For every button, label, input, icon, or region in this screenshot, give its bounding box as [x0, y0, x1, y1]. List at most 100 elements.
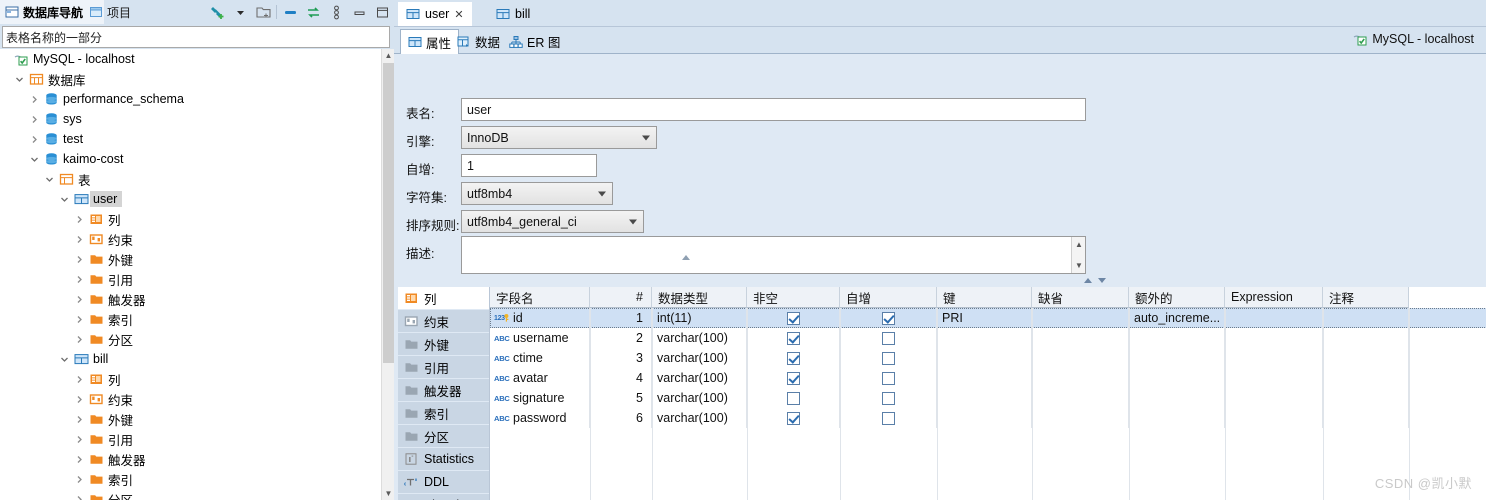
grid-cell-num[interactable]: 5	[590, 388, 652, 408]
tree-item-分区[interactable]: 分区	[0, 329, 394, 349]
tree-item-索引[interactable]: 索引	[0, 469, 394, 489]
tree-item-引用[interactable]: 引用	[0, 269, 394, 289]
grid-cell-num[interactable]: 4	[590, 368, 652, 388]
auto-increment-checkbox[interactable]	[881, 331, 895, 345]
collapse-all-icon[interactable]	[280, 2, 300, 22]
grid-column-header-autoinc[interactable]: 自增	[840, 287, 937, 308]
chevron-down-icon[interactable]	[60, 195, 73, 204]
grid-cell-default[interactable]	[1032, 408, 1129, 428]
not-null-checkbox[interactable]	[786, 371, 800, 385]
chevron-right-icon[interactable]	[75, 215, 88, 224]
grid-cell-expression[interactable]	[1225, 348, 1323, 368]
grid-cell-default[interactable]	[1032, 348, 1129, 368]
grid-cell-key[interactable]	[937, 328, 1032, 348]
grid-cell-comment[interactable]	[1323, 388, 1409, 408]
grid-cell-expression[interactable]	[1225, 408, 1323, 428]
chevron-down-icon[interactable]	[45, 175, 58, 184]
not-null-checkbox[interactable]	[786, 411, 800, 425]
scroll-down-icon[interactable]: ▼	[1072, 259, 1086, 272]
grid-cell-key[interactable]	[937, 388, 1032, 408]
grid-cell-key[interactable]	[937, 368, 1032, 388]
grid-cell-comment[interactable]	[1323, 368, 1409, 388]
chevron-right-icon[interactable]	[75, 475, 88, 484]
grid-cell-notnull[interactable]	[747, 348, 840, 368]
grid-cell-extra[interactable]	[1129, 408, 1225, 428]
grid-cell-notnull[interactable]	[747, 368, 840, 388]
new-folder-icon[interactable]	[253, 2, 273, 22]
database-tree[interactable]: MySQL - localhost 数据库 performance_schema sy…	[0, 49, 394, 500]
grid-cell-name[interactable]: ABC avatar	[490, 368, 590, 388]
editor-tab-user[interactable]: user ✕	[398, 2, 472, 26]
tree-item-user[interactable]: user	[0, 189, 394, 209]
grid-cell-name[interactable]: ABC username	[490, 328, 590, 348]
grid-cell-name[interactable]: ABC signature	[490, 388, 590, 408]
grid-cell-notnull[interactable]	[747, 308, 840, 328]
grid-cell-extra[interactable]	[1129, 348, 1225, 368]
side-tab-列[interactable]: 列	[398, 287, 489, 310]
tree-scrollbar[interactable]: ▲ ▼	[381, 49, 394, 500]
tree-item-表[interactable]: 表	[0, 169, 394, 189]
grid-cell-default[interactable]	[1032, 308, 1129, 328]
grid-column-header-type[interactable]: 数据类型	[652, 287, 747, 308]
grid-cell-name[interactable]: 123 id	[490, 308, 590, 328]
scrollbar-thumb[interactable]	[383, 63, 394, 363]
grid-cell-default[interactable]	[1032, 328, 1129, 348]
grid-cell-comment[interactable]	[1323, 308, 1409, 328]
grid-cell-autoinc[interactable]	[840, 328, 937, 348]
side-tab-DDL[interactable]: DDL	[398, 471, 489, 494]
grid-column-header-expression[interactable]: Expression	[1225, 287, 1323, 308]
grid-cell-autoinc[interactable]	[840, 368, 937, 388]
tree-item-kaimo-cost[interactable]: kaimo-cost	[0, 149, 394, 169]
editor-tab-bill[interactable]: bill	[488, 2, 538, 26]
grid-cell-type[interactable]: varchar(100)	[652, 348, 747, 368]
tree-item-数据库[interactable]: 数据库	[0, 69, 394, 89]
not-null-checkbox[interactable]	[786, 351, 800, 365]
auto-increment-input[interactable]: 1	[461, 154, 597, 177]
tree-item-约束[interactable]: 约束	[0, 389, 394, 409]
tree-item-约束[interactable]: 约束	[0, 229, 394, 249]
dropdown-arrow-icon[interactable]	[230, 2, 250, 22]
subtab-data[interactable]: 数据	[450, 29, 507, 54]
grid-cell-key[interactable]: PRI	[937, 308, 1032, 328]
charset-select[interactable]: utf8mb4	[461, 182, 613, 205]
chevron-right-icon[interactable]	[75, 455, 88, 464]
not-null-checkbox[interactable]	[786, 311, 800, 325]
grid-cell-default[interactable]	[1032, 388, 1129, 408]
tab-project[interactable]: 项目	[84, 0, 136, 24]
grid-cell-comment[interactable]	[1323, 328, 1409, 348]
side-tab-分区[interactable]: 分区	[398, 425, 489, 448]
grid-cell-num[interactable]: 1	[590, 308, 652, 328]
grid-cell-notnull[interactable]	[747, 328, 840, 348]
auto-increment-checkbox[interactable]	[881, 351, 895, 365]
tree-item-分区[interactable]: 分区	[0, 489, 394, 500]
chevron-down-icon[interactable]	[30, 155, 43, 164]
minimize-icon[interactable]	[349, 2, 369, 22]
collapse-up-icon[interactable]	[1084, 278, 1092, 283]
chevron-down-icon[interactable]	[60, 355, 73, 364]
grid-cell-autoinc[interactable]	[840, 348, 937, 368]
search-input[interactable]: 表格名称的一部分	[2, 26, 390, 48]
grid-cell-expression[interactable]	[1225, 308, 1323, 328]
engine-select[interactable]: InnoDB	[461, 126, 657, 149]
scroll-up-icon[interactable]: ▲	[382, 49, 394, 62]
side-tab-引用[interactable]: 引用	[398, 356, 489, 379]
chevron-right-icon[interactable]	[75, 495, 88, 500]
grid-cell-extra[interactable]	[1129, 368, 1225, 388]
maximize-icon[interactable]	[372, 2, 392, 22]
grid-cell-extra[interactable]: auto_increme...	[1129, 308, 1225, 328]
chevron-right-icon[interactable]	[75, 335, 88, 344]
grid-column-header-default[interactable]: 缺省	[1032, 287, 1129, 308]
grid-cell-notnull[interactable]	[747, 388, 840, 408]
auto-increment-checkbox[interactable]	[881, 391, 895, 405]
tree-item-外键[interactable]: 外键	[0, 409, 394, 429]
auto-increment-checkbox[interactable]	[881, 311, 895, 325]
tree-item-引用[interactable]: 引用	[0, 429, 394, 449]
auto-increment-checkbox[interactable]	[881, 411, 895, 425]
grid-cell-autoinc[interactable]	[840, 388, 937, 408]
tree-item-触发器[interactable]: 触发器	[0, 449, 394, 469]
side-tab-外键[interactable]: 外键	[398, 333, 489, 356]
grid-cell-expression[interactable]	[1225, 368, 1323, 388]
grid-cell-extra[interactable]	[1129, 388, 1225, 408]
scroll-down-icon[interactable]: ▼	[382, 487, 394, 500]
grid-cell-name[interactable]: ABC ctime	[490, 348, 590, 368]
